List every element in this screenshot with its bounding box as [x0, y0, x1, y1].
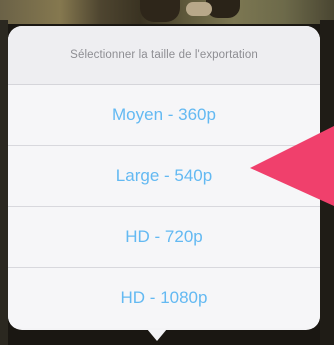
background-left-edge [0, 20, 8, 345]
option-large-540p[interactable]: Large - 540p [8, 146, 320, 207]
export-size-popover: Sélectionner la taille de l'exportation … [8, 26, 320, 330]
video-frame-strip [0, 0, 334, 24]
option-medium-360p[interactable]: Moyen - 360p [8, 85, 320, 146]
background-right-edge [320, 20, 334, 345]
popover-caret [147, 329, 167, 341]
option-hd-1080p[interactable]: HD - 1080p [8, 268, 320, 328]
popover-title: Sélectionner la taille de l'exportation [8, 26, 320, 85]
option-hd-720p[interactable]: HD - 720p [8, 207, 320, 268]
